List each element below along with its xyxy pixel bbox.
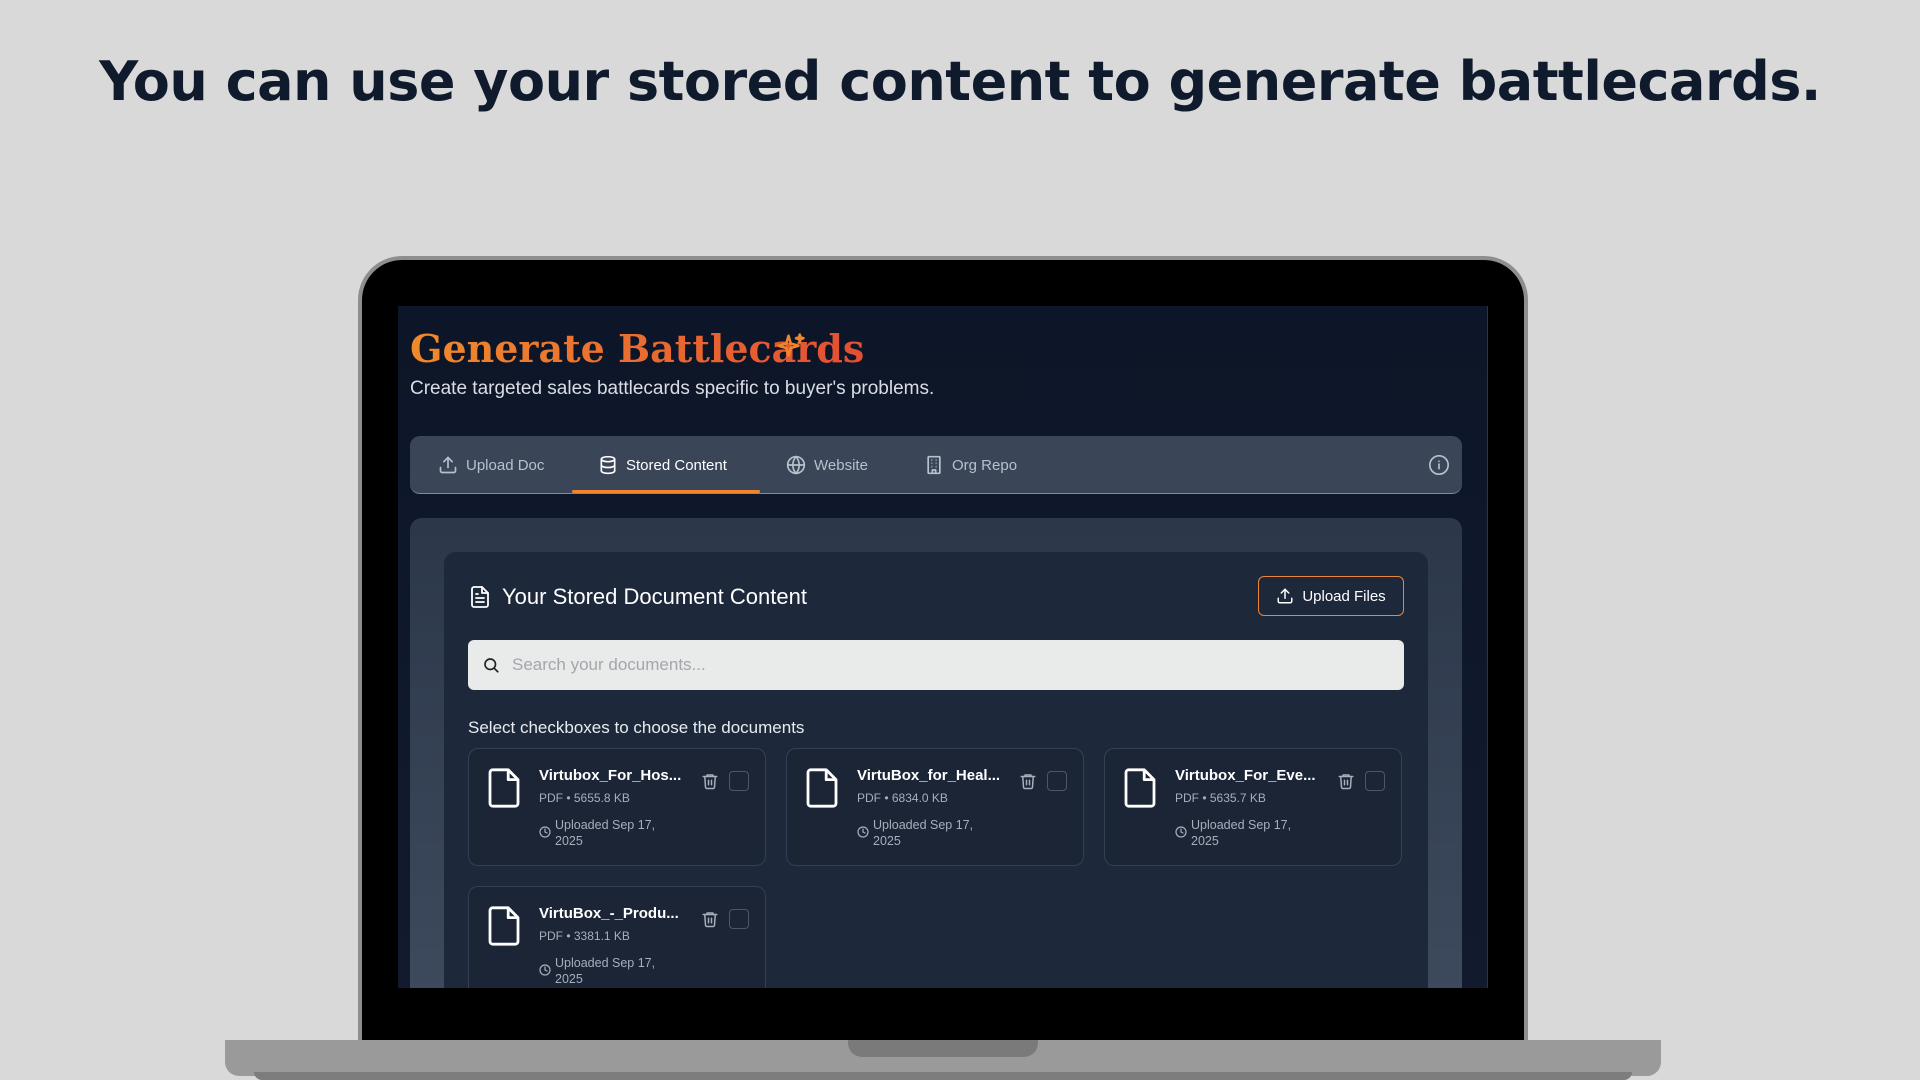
app-screen: Generate Battlecards Create targeted sal…: [398, 306, 1488, 988]
upload-files-label: Upload Files: [1302, 587, 1386, 605]
search-icon: [484, 658, 499, 673]
document-upload-date: Uploaded Sep 17, 2025: [555, 818, 656, 848]
document-card[interactable]: VirtuBox_for_Heal... PDF • 6834.0 KB Upl…: [786, 748, 1084, 866]
document-name: VirtuBox_for_Heal...: [857, 767, 1001, 784]
laptop-notch: [848, 1040, 1038, 1057]
document-name: Virtubox_For_Hos...: [539, 767, 682, 784]
tab-label: Upload Doc: [466, 456, 545, 474]
clock-icon: [857, 826, 869, 838]
tab-upload-doc[interactable]: Upload Doc: [434, 436, 548, 494]
stored-content-panel: Your Stored Document Content Upload File…: [410, 518, 1462, 988]
file-icon: [806, 768, 838, 808]
database-icon: [600, 455, 616, 475]
trash-icon[interactable]: [701, 771, 719, 791]
document-checkbox[interactable]: [729, 771, 749, 791]
upload-icon: [1277, 588, 1293, 604]
clock-icon: [539, 826, 551, 838]
trash-icon[interactable]: [701, 909, 719, 929]
document-meta: PDF • 3381.1 KB: [539, 929, 630, 943]
tab-org-repo[interactable]: Org Repo: [920, 436, 1021, 494]
file-icon: [488, 906, 520, 946]
laptop-base-shadow: [254, 1072, 1632, 1080]
document-meta: PDF • 6834.0 KB: [857, 791, 948, 805]
search-input[interactable]: [512, 655, 1404, 675]
tab-bar: Upload Doc Stored Content Website Org Re…: [410, 436, 1462, 494]
sparkle-icon: [777, 333, 805, 357]
upload-files-button[interactable]: Upload Files: [1258, 576, 1404, 616]
document-name: VirtuBox_-_Produ...: [539, 905, 679, 922]
document-meta: PDF • 5655.8 KB: [539, 791, 630, 805]
document-card[interactable]: Virtubox_For_Hos... PDF • 5655.8 KB Uplo…: [468, 748, 766, 866]
document-upload-date: Uploaded Sep 17, 2025: [1191, 818, 1292, 848]
page-headline: You can use your stored content to gener…: [99, 50, 1821, 113]
building-icon: [927, 455, 941, 475]
tab-website[interactable]: Website: [782, 436, 872, 494]
document-checkbox[interactable]: [1365, 771, 1385, 791]
tab-label: Org Repo: [952, 456, 1018, 474]
document-checkbox[interactable]: [729, 909, 749, 929]
upload-icon: [439, 456, 457, 474]
app-subtitle: Create targeted sales battlecards specif…: [410, 378, 935, 399]
document-card[interactable]: Virtubox_For_Eve... PDF • 5635.7 KB Uplo…: [1104, 748, 1402, 866]
clock-icon: [1175, 826, 1187, 838]
trash-icon[interactable]: [1337, 771, 1355, 791]
document-name: Virtubox_For_Eve...: [1175, 767, 1316, 784]
document-upload-date: Uploaded Sep 17, 2025: [873, 818, 974, 848]
document-card[interactable]: VirtuBox_-_Produ... PDF • 3381.1 KB Uplo…: [468, 886, 766, 988]
info-icon[interactable]: [1428, 454, 1450, 476]
file-icon: [1124, 768, 1156, 808]
document-checkbox[interactable]: [1047, 771, 1067, 791]
stored-content-title: Your Stored Document Content: [502, 584, 807, 609]
document-meta: PDF • 5635.7 KB: [1175, 791, 1266, 805]
search-box: [468, 640, 1404, 690]
active-tab-indicator: [572, 490, 760, 493]
trash-icon[interactable]: [1019, 771, 1037, 791]
globe-icon: [786, 455, 806, 475]
tab-stored-content[interactable]: Stored Content: [594, 436, 731, 494]
tab-label: Stored Content: [626, 456, 727, 474]
document-upload-date: Uploaded Sep 17, 2025: [555, 956, 656, 986]
clock-icon: [539, 964, 551, 976]
file-icon: [488, 768, 520, 808]
selection-hint: Select checkboxes to choose the document…: [468, 718, 805, 737]
tab-label: Website: [814, 456, 868, 474]
stored-document-card: Your Stored Document Content Upload File…: [444, 552, 1428, 988]
document-icon: [471, 586, 489, 608]
